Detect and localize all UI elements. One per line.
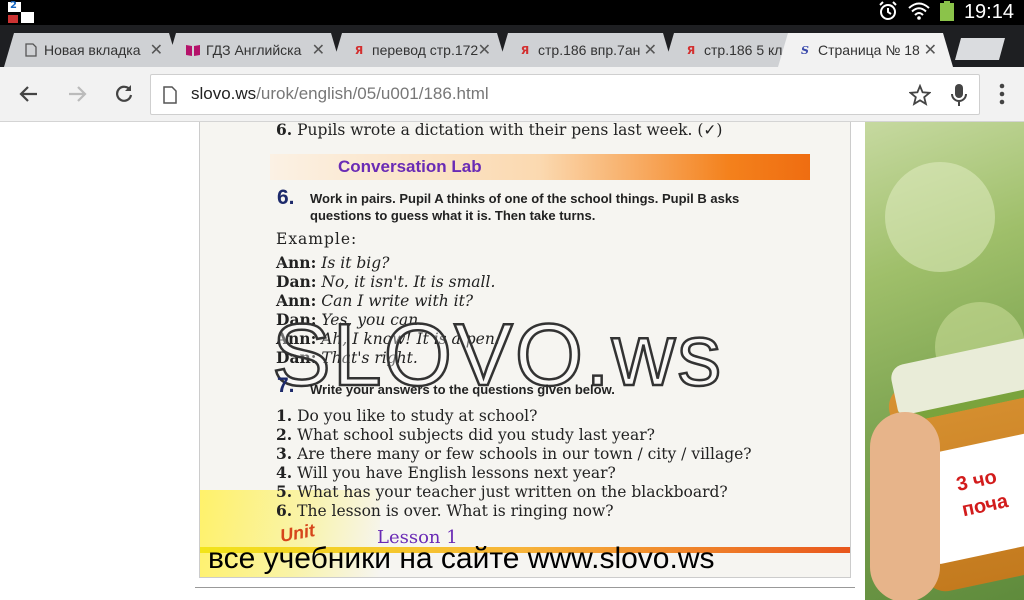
star-icon[interactable] <box>908 83 932 110</box>
ad-label-line: 3 чо <box>954 465 999 496</box>
tab-yandex-1[interactable]: Я перевод стр.172 ✕ <box>332 33 507 67</box>
exercise-number: 7. <box>277 374 295 397</box>
top-line: 6. Pupils wrote a dictation with their p… <box>276 122 722 139</box>
question-item: 2. What school subjects did you study la… <box>276 425 655 444</box>
hand-image <box>870 412 940 600</box>
close-icon[interactable]: ✕ <box>478 40 491 59</box>
exercise-7-instruction: Write your answers to the questions give… <box>310 382 615 397</box>
question-text: What has your teacher just written on th… <box>297 483 728 501</box>
tab-title: Новая вкладка <box>44 42 141 58</box>
dialogue-line: Dan: No, it isn't. It is small. <box>276 272 495 291</box>
more-vert-icon <box>999 83 1005 105</box>
question-item: 1. Do you like to study at school? <box>276 406 537 425</box>
yandex-icon: Я <box>520 43 530 57</box>
menu-button[interactable] <box>989 81 1015 107</box>
exercise-6-number: 6. <box>267 186 307 210</box>
textbook-scan: 6. Pupils wrote a dictation with their p… <box>199 122 851 578</box>
question-text: Do you like to study at school? <box>297 407 538 425</box>
alarm-icon <box>878 0 898 25</box>
notification-badge: 2 <box>10 0 17 11</box>
question-text: The lesson is over. What is ringing now? <box>297 502 614 520</box>
question-number: 5. <box>276 482 293 501</box>
page-info-icon[interactable] <box>163 86 177 108</box>
tab-strip: Новая вкладка ✕ ГДЗ Английска ✕ Я перево… <box>0 25 1024 67</box>
question-number: 2. <box>276 425 293 444</box>
question-item: 4. Will you have English lessons next ye… <box>276 463 616 482</box>
back-arrow-icon <box>19 86 37 102</box>
address-bar[interactable]: slovo.ws/urok/english/05/u001/186.html <box>150 74 980 115</box>
clock: 19:14 <box>963 1 1014 23</box>
speaker: Ann: <box>276 253 317 272</box>
question-item: 5. What has your teacher just written on… <box>276 482 728 501</box>
speech: No, it isn't. It is small. <box>321 273 496 291</box>
question-number: 6. <box>276 501 293 520</box>
reload-button[interactable] <box>111 81 137 107</box>
exercise-6-line1: Work in pairs. Pupil A thinks of one of … <box>310 191 740 206</box>
microphone-icon[interactable] <box>951 83 967 111</box>
tab-title: ГДЗ Английска <box>206 42 302 58</box>
exercise-7-number: 7. <box>267 374 307 398</box>
question-number: 1. <box>276 406 293 425</box>
tab-slovo-active[interactable]: S Страница № 18 ✕ <box>778 33 953 67</box>
section-title: Conversation Lab <box>338 157 482 176</box>
question-item: 3. Are there many or few schools in our … <box>276 444 752 463</box>
book-icon <box>186 43 200 57</box>
page-icon <box>24 43 38 57</box>
battery-icon <box>939 0 954 25</box>
tab-title: Страница № 18 <box>818 42 920 58</box>
item-number: 6. <box>276 122 293 139</box>
question-item: 6. The lesson is over. What is ringing n… <box>276 501 614 520</box>
close-icon[interactable]: ✕ <box>150 40 163 59</box>
tab-title: стр.186 впр.7ан <box>538 42 641 58</box>
exercise-number: 6. <box>277 186 295 209</box>
dialogue-line: Ann: Is it big? <box>276 253 389 272</box>
question-text: What school subjects did you study last … <box>297 426 655 444</box>
question-text: Will you have English lessons next year? <box>297 464 616 482</box>
exercise-6-line2: questions to guess what it is. Then take… <box>310 208 596 223</box>
divider <box>195 587 855 588</box>
forward-button[interactable] <box>64 81 90 107</box>
notification-icon: 2 <box>8 0 34 23</box>
speaker: Dan: <box>276 272 317 291</box>
tab-yandex-2[interactable]: Я стр.186 впр.7ан ✕ <box>498 33 673 67</box>
url-host: slovo.ws <box>191 84 257 103</box>
question-text: Are there many or few schools in our tow… <box>297 445 752 463</box>
close-icon[interactable]: ✕ <box>924 40 937 59</box>
slovo-icon: S <box>801 43 809 57</box>
web-page: 6. Pupils wrote a dictation with their p… <box>0 122 1024 600</box>
site-caption: все учебники на сайте www.slovo.ws <box>208 542 715 575</box>
url-text[interactable]: slovo.ws/urok/english/05/u001/186.html <box>191 84 489 104</box>
question-number: 4. <box>276 463 293 482</box>
yandex-icon: Я <box>686 43 696 57</box>
item-text: Pupils wrote a dictation with their pens… <box>297 122 723 139</box>
side-advertisement[interactable]: 3 чо поча <box>865 122 1024 600</box>
wifi-icon <box>908 2 930 24</box>
forward-arrow-icon <box>69 86 87 102</box>
tab-title: перевод стр.172 <box>372 42 479 58</box>
close-icon[interactable]: ✕ <box>644 40 657 59</box>
question-number: 3. <box>276 444 293 463</box>
speech: Is it big? <box>321 254 390 272</box>
tab-gdz[interactable]: ГДЗ Английска ✕ <box>166 33 341 67</box>
close-icon[interactable]: ✕ <box>312 40 325 59</box>
example-label: Example: <box>276 230 358 248</box>
toolbar: slovo.ws/urok/english/05/u001/186.html <box>0 67 1024 122</box>
back-button[interactable] <box>16 81 42 107</box>
new-tab-button[interactable] <box>955 38 1005 60</box>
yandex-icon: Я <box>354 43 364 57</box>
status-bar: 2 19:14 <box>0 0 1024 25</box>
url-path: /urok/english/05/u001/186.html <box>256 84 489 103</box>
tab-new[interactable]: Новая вкладка ✕ <box>4 33 179 67</box>
reload-icon <box>116 85 133 102</box>
